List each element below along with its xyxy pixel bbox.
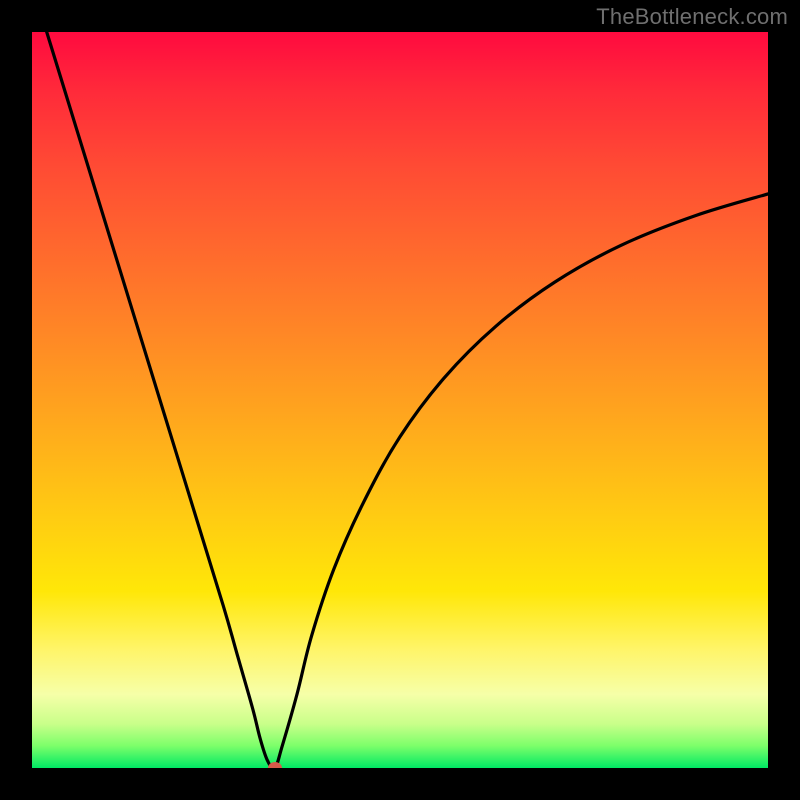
minimum-marker-icon [268, 762, 282, 768]
curve-path [47, 32, 768, 768]
plot-area [32, 32, 768, 768]
bottleneck-curve [32, 32, 768, 768]
watermark-text: TheBottleneck.com [596, 4, 788, 30]
chart-frame: TheBottleneck.com [0, 0, 800, 800]
